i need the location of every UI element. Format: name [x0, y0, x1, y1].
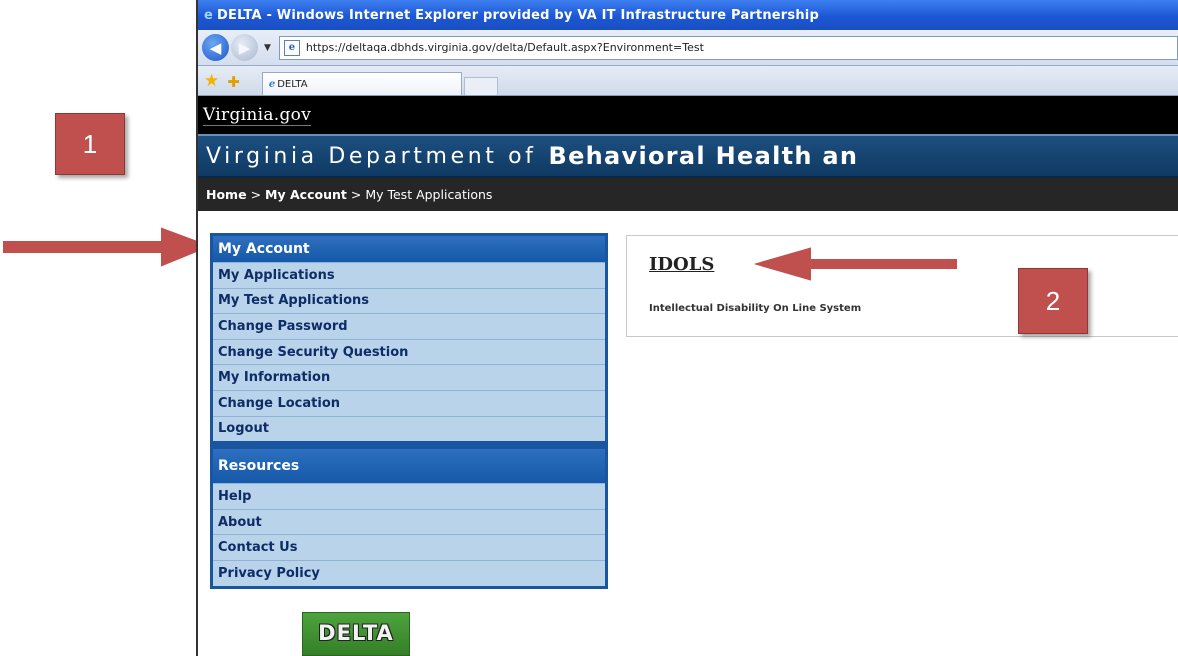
tab-bar: ★ ✚ e DELTA — [198, 66, 1178, 96]
sidebar-menu: My Account My Applications My Test Appli… — [210, 233, 608, 589]
forward-button[interactable]: ▶ — [231, 34, 258, 61]
sidebar-item-my-applications[interactable]: My Applications — [213, 262, 605, 288]
department-name-prefix: Virginia Department of — [206, 143, 537, 169]
favorites-star-icon[interactable]: ★ — [204, 73, 219, 90]
sidebar-heading-my-account: My Account — [213, 236, 605, 262]
virginia-gov-header: Virginia.gov — [198, 96, 1178, 134]
sidebar-item-logout[interactable]: Logout — [213, 415, 605, 442]
arrow-to-idols-icon — [746, 244, 959, 284]
back-icon: ◀ — [209, 38, 222, 57]
department-banner: Virginia Department of Behavioral Health… — [198, 134, 1178, 178]
app-link-idols[interactable]: IDOLS — [649, 254, 714, 275]
back-button[interactable]: ◀ — [202, 34, 229, 61]
page-icon: e — [283, 39, 300, 56]
delta-logo-text: DELTA — [318, 621, 394, 645]
breadcrumb-separator: > — [250, 187, 262, 202]
breadcrumb-home-link[interactable]: Home — [206, 187, 247, 202]
screenshot-stage: 1 e DELTA - Windows Internet Explorer pr… — [0, 0, 1178, 656]
tab-ie-icon: e — [268, 78, 276, 90]
callout-number-2: 2 — [1045, 285, 1061, 316]
virginia-gov-logo[interactable]: Virginia.gov — [203, 105, 312, 126]
sidebar-item-my-test-applications[interactable]: My Test Applications — [213, 287, 605, 314]
sidebar-item-change-security-question[interactable]: Change Security Question — [213, 338, 605, 365]
dropdown-icon[interactable]: ▼ — [264, 43, 271, 53]
url-input[interactable]: e https://deltaqa.dbhds.virginia.gov/del… — [278, 35, 1178, 60]
sidebar-item-about[interactable]: About — [213, 508, 605, 535]
department-name-bold: Behavioral Health an — [548, 142, 859, 170]
breadcrumb-account-link[interactable]: My Account — [265, 187, 347, 202]
window-title: DELTA - Windows Internet Explorer provid… — [217, 7, 819, 23]
callout-box-2: 2 — [1018, 268, 1088, 334]
breadcrumb-separator: > — [350, 187, 362, 202]
sidebar-item-help[interactable]: Help — [213, 483, 605, 509]
new-tab-button[interactable] — [463, 77, 498, 95]
address-bar: ◀ ▶ ▼ e https://deltaqa.dbhds.virginia.g… — [198, 30, 1178, 66]
callout-box-1: 1 — [55, 113, 125, 175]
delta-logo: DELTA — [302, 612, 410, 656]
tab-delta[interactable]: e DELTA — [261, 72, 462, 95]
add-favorites-icon[interactable]: ✚ — [227, 75, 240, 90]
breadcrumb: Home > My Account > My Test Applications — [198, 178, 1178, 214]
sidebar-item-contact-us[interactable]: Contact Us — [213, 534, 605, 560]
sidebar-item-change-password[interactable]: Change Password — [213, 313, 605, 339]
forward-icon: ▶ — [238, 38, 251, 57]
callout-number-1: 1 — [82, 128, 98, 159]
sidebar-item-change-location[interactable]: Change Location — [213, 389, 605, 416]
breadcrumb-current: My Test Applications — [365, 187, 493, 202]
arrow-to-my-account-icon — [1, 224, 216, 270]
sidebar-item-my-information[interactable]: My Information — [213, 364, 605, 390]
tab-label: DELTA — [277, 78, 308, 90]
ie-icon: e — [204, 7, 214, 23]
sidebar-heading-resources: Resources — [213, 449, 605, 484]
app-description: Intellectual Disability On Line System — [649, 303, 862, 314]
browser-titlebar: e DELTA - Windows Internet Explorer prov… — [198, 0, 1178, 30]
url-text: https://deltaqa.dbhds.virginia.gov/delta… — [305, 41, 704, 54]
sidebar-item-privacy-policy[interactable]: Privacy Policy — [213, 559, 605, 586]
